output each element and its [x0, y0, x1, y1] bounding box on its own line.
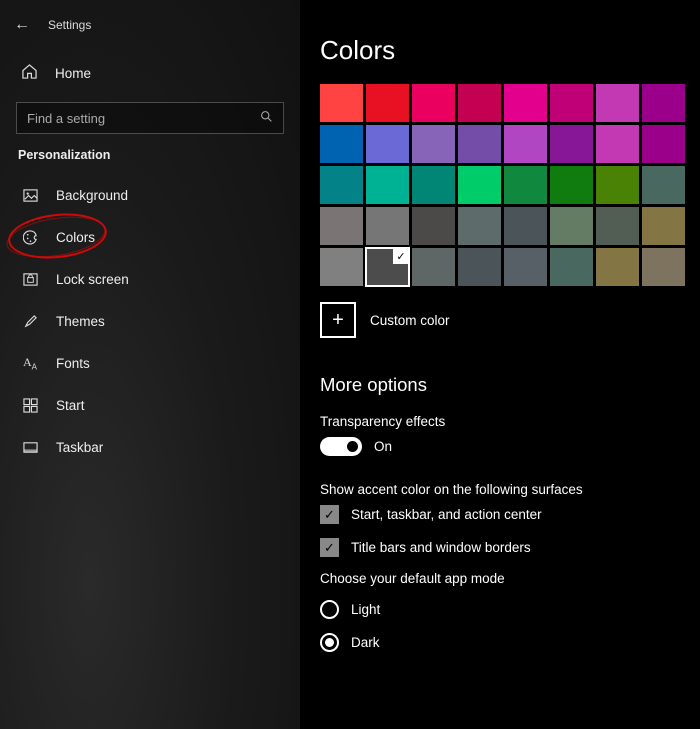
color-swatch[interactable]	[504, 166, 547, 204]
home-icon	[22, 64, 37, 82]
color-swatch[interactable]	[458, 125, 501, 163]
color-swatch[interactable]	[596, 125, 639, 163]
transparency-toggle[interactable]	[320, 437, 362, 456]
color-swatch[interactable]	[642, 84, 685, 122]
color-swatch[interactable]	[550, 207, 593, 245]
color-swatch[interactable]	[642, 125, 685, 163]
image-icon	[22, 187, 38, 203]
checkbox-start-taskbar-and-action-center[interactable]: ✓ Start, taskbar, and action center	[320, 505, 700, 524]
color-swatch[interactable]	[458, 84, 501, 122]
sidebar-item-label: Background	[56, 188, 128, 203]
color-swatch[interactable]	[596, 84, 639, 122]
page-title: Colors	[320, 35, 700, 66]
checkbox-icon: ✓	[320, 505, 339, 524]
color-swatch[interactable]	[320, 207, 363, 245]
color-swatch[interactable]	[320, 248, 363, 286]
more-options-heading: More options	[320, 374, 700, 396]
sidebar-item-label: Themes	[56, 314, 105, 329]
fonts-icon: AA	[22, 355, 38, 371]
accent-surfaces-label: Show accent color on the following surfa…	[320, 482, 700, 497]
color-swatch[interactable]	[458, 207, 501, 245]
sidebar-item-colors[interactable]: Colors	[0, 216, 300, 258]
sidebar-item-label: Start	[56, 398, 85, 413]
checkbox-label: Start, taskbar, and action center	[351, 507, 542, 522]
sidebar-item-background[interactable]: Background	[0, 174, 300, 216]
taskbar-icon	[22, 439, 38, 455]
radio-light[interactable]: Light	[320, 600, 700, 619]
search-input[interactable]	[27, 111, 260, 126]
color-swatch[interactable]	[320, 125, 363, 163]
color-swatch[interactable]	[366, 125, 409, 163]
color-swatch[interactable]	[596, 207, 639, 245]
color-swatch[interactable]	[504, 125, 547, 163]
brush-icon	[22, 313, 38, 329]
color-swatch[interactable]	[642, 248, 685, 286]
radio-icon	[320, 600, 339, 619]
color-swatch[interactable]	[596, 248, 639, 286]
color-swatch[interactable]	[550, 166, 593, 204]
color-swatch[interactable]	[412, 125, 455, 163]
lock-icon	[22, 271, 38, 287]
color-swatch[interactable]	[550, 84, 593, 122]
color-swatch[interactable]	[642, 207, 685, 245]
back-arrow-icon[interactable]: ←	[14, 16, 30, 34]
radio-label: Dark	[351, 635, 380, 650]
nav-home[interactable]: Home	[0, 50, 300, 96]
sidebar-item-label: Lock screen	[56, 272, 129, 287]
checkbox-label: Title bars and window borders	[351, 540, 531, 555]
color-swatch[interactable]	[504, 207, 547, 245]
search-box[interactable]	[16, 102, 284, 134]
color-swatch[interactable]	[642, 166, 685, 204]
main-content: Colors ✓ + Custom color More options Tra…	[300, 0, 700, 729]
sidebar-item-label: Fonts	[56, 356, 90, 371]
sidebar-item-themes[interactable]: Themes	[0, 300, 300, 342]
sidebar: ← Settings Home Personalization Backgrou…	[0, 0, 300, 729]
color-swatch[interactable]	[412, 84, 455, 122]
nav-home-label: Home	[55, 66, 91, 81]
app-mode-label: Choose your default app mode	[320, 571, 700, 586]
color-swatch[interactable]	[412, 166, 455, 204]
radio-label: Light	[351, 602, 380, 617]
checkmark-icon: ✓	[393, 248, 409, 264]
app-title: Settings	[48, 18, 91, 32]
color-swatch[interactable]	[458, 248, 501, 286]
color-swatch[interactable]	[504, 248, 547, 286]
sidebar-item-fonts[interactable]: AA Fonts	[0, 342, 300, 384]
color-swatch[interactable]	[412, 207, 455, 245]
search-icon	[260, 110, 273, 126]
color-swatch[interactable]	[320, 84, 363, 122]
sidebar-item-lock-screen[interactable]: Lock screen	[0, 258, 300, 300]
color-swatch[interactable]	[320, 166, 363, 204]
custom-color-button[interactable]: +	[320, 302, 356, 338]
color-swatch[interactable]	[366, 84, 409, 122]
color-swatch[interactable]	[458, 166, 501, 204]
section-label: Personalization	[0, 148, 300, 174]
transparency-label: Transparency effects	[320, 414, 700, 429]
checkbox-icon: ✓	[320, 538, 339, 557]
color-swatch[interactable]	[550, 125, 593, 163]
radio-icon	[320, 633, 339, 652]
sidebar-item-taskbar[interactable]: Taskbar	[0, 426, 300, 468]
color-swatch[interactable]	[504, 84, 547, 122]
custom-color-label: Custom color	[370, 313, 450, 328]
color-swatch-grid: ✓	[320, 84, 700, 286]
color-swatch[interactable]: ✓	[366, 248, 409, 286]
sidebar-item-label: Colors	[56, 230, 95, 245]
sidebar-item-start[interactable]: Start	[0, 384, 300, 426]
radio-dark[interactable]: Dark	[320, 633, 700, 652]
transparency-state: On	[374, 439, 392, 454]
color-swatch[interactable]	[550, 248, 593, 286]
sidebar-item-label: Taskbar	[56, 440, 103, 455]
color-swatch[interactable]	[366, 166, 409, 204]
checkbox-title-bars-and-window-borders[interactable]: ✓ Title bars and window borders	[320, 538, 700, 557]
color-swatch[interactable]	[412, 248, 455, 286]
color-swatch[interactable]	[596, 166, 639, 204]
start-icon	[22, 397, 38, 413]
palette-icon	[22, 229, 38, 245]
color-swatch[interactable]	[366, 207, 409, 245]
